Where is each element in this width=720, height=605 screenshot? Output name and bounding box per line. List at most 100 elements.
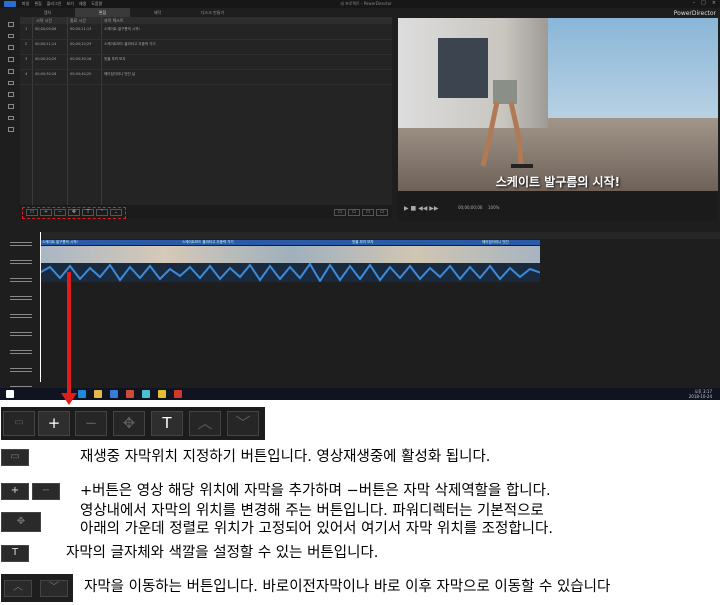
media-room-icon[interactable] <box>8 22 14 27</box>
particle-room-icon[interactable] <box>8 57 14 62</box>
down-button-sample: ﹀ <box>40 580 68 597</box>
menu-file[interactable]: 파일 <box>22 1 29 7</box>
store-icon[interactable] <box>110 390 118 398</box>
tray-date: 2018-10-24 <box>688 394 712 399</box>
table-row[interactable]: 4 00;00;30;16 00;00;40;20 헤어짐이라니 멋진 날 <box>20 70 392 85</box>
header-text: 자막 텍스트 <box>104 18 124 23</box>
desc-add-remove: +버튼은 영상 해당 위치에 자막을 추가하며 −버튼은 자막 삭제역할을 합니… <box>80 483 551 499</box>
fx-room-icon[interactable] <box>8 33 14 39</box>
timecode: 00;00;00;06 <box>458 205 483 210</box>
next-subtitle-button[interactable]: ﹀ <box>227 411 259 436</box>
subtitle-table-header: 시작 시간 종료 시간 자막 텍스트 <box>20 17 392 24</box>
text-format-button[interactable]: T <box>151 411 183 436</box>
subtitle-clip[interactable]: 스케이트 발구름의 시작! <box>40 240 180 245</box>
audio-mix-room-icon[interactable] <box>8 92 14 97</box>
subtitle-table: 시작 시간 종료 시간 자막 텍스트 1 00;00;00;06 00;00;1… <box>20 17 392 205</box>
transition-room-icon[interactable] <box>8 80 14 86</box>
desc-navigate: 자막을 이동하는 버튼입니다. 바로이전자막이나 바로 이후 자막으로 이동할 … <box>84 579 611 595</box>
menu-plugins[interactable]: 플러그인 <box>47 1 62 7</box>
track-header[interactable] <box>10 314 32 318</box>
import-button[interactable]: ▭ <box>334 209 346 216</box>
menu-playback[interactable]: 재생 <box>79 1 86 7</box>
table-row[interactable]: 1 00;00;00;06 00;00;11;13 스케이트 발구름의 시작! <box>20 25 392 40</box>
edge-icon[interactable] <box>78 390 86 398</box>
voice-room-icon[interactable] <box>8 103 14 109</box>
track-header[interactable] <box>10 242 32 246</box>
text-button-sample: T <box>1 545 29 562</box>
mini-add-button[interactable]: + <box>40 209 52 216</box>
minimize-icon[interactable]: – <box>693 0 696 6</box>
menu-help[interactable]: 도움말 <box>91 1 102 7</box>
powerdirector-window: 파일 편집 플러그인 보기 재생 도움말 새 프로젝트 - PowerDirec… <box>0 0 720 400</box>
zoom-level[interactable]: 100% <box>488 205 499 210</box>
pip-room-icon[interactable] <box>8 45 14 51</box>
folder-icon[interactable] <box>94 390 102 398</box>
system-tray: 오후 3:17 2018-10-24 <box>689 389 712 399</box>
mini-text-button[interactable]: T <box>82 209 94 216</box>
playback-controls: ▶ ■ ◀◀ ▶▶ 00;00;00;06 100% <box>398 191 718 221</box>
table-row[interactable]: 2 00;00;11;14 00;00;20;29 스케이트보드 올라타고 무중… <box>20 40 392 55</box>
track-header[interactable] <box>10 260 32 264</box>
skater-figure <box>480 80 533 168</box>
table-row[interactable]: 3 00;00;20;29 00;00;30;16 멋을 부려 보자 <box>20 55 392 70</box>
windows-taskbar <box>0 388 720 400</box>
close-panel-button[interactable]: ▭ <box>376 209 388 216</box>
chapter-room-icon[interactable] <box>8 115 14 121</box>
export-button[interactable]: ▭ <box>348 209 360 216</box>
brand-label: PowerDirector <box>673 10 716 17</box>
desc-move-2: 아래의 가운데 정렬로 위치가 고정되어 있어서 여기서 자막 위치를 조정합니… <box>80 521 553 537</box>
subtitle-position-button[interactable]: ▭ <box>3 411 35 436</box>
title-room-icon[interactable] <box>8 68 14 74</box>
tab-create-disc[interactable]: 디스크 만들기 <box>185 8 240 17</box>
app-icon[interactable] <box>174 390 182 398</box>
start-icon[interactable] <box>6 390 14 398</box>
title-bar: 파일 편집 플러그인 보기 재생 도움말 새 프로젝트 - PowerDirec… <box>0 0 720 8</box>
app-icon[interactable] <box>126 390 134 398</box>
track-header[interactable] <box>10 296 32 300</box>
track-header[interactable] <box>10 350 32 354</box>
header-start: 시작 시간 <box>36 18 52 23</box>
app-icon[interactable] <box>142 390 150 398</box>
subtitle-clip[interactable]: 헤어짐이라니 멋진 <box>480 240 540 245</box>
app-icon[interactable] <box>158 390 166 398</box>
track-header[interactable] <box>10 278 32 282</box>
pointer-arrow-head <box>61 393 77 405</box>
close-icon[interactable]: × <box>712 0 716 6</box>
mini-down-button[interactable]: ⌄ <box>110 209 122 216</box>
track-header[interactable] <box>10 368 32 372</box>
menu-bar: 파일 편집 플러그인 보기 재생 도움말 <box>22 1 102 7</box>
settings-button[interactable]: ▭ <box>362 209 374 216</box>
add-button-sample: + <box>1 483 29 500</box>
desc-position: 재생중 자막위치 지정하기 버튼입니다. 영상재생중에 활성화 됩니다. <box>80 449 491 465</box>
move-subtitle-button[interactable]: ✥ <box>113 411 145 436</box>
mini-move-button[interactable]: ✥ <box>68 209 80 216</box>
tab-edit[interactable]: 편집 <box>75 8 130 17</box>
move-button-sample: ✥ <box>1 512 41 532</box>
tab-capture[interactable]: 캡처 <box>20 8 75 17</box>
up-button-sample: ︿ <box>4 580 32 597</box>
room-icon-column <box>8 22 18 133</box>
mini-up-button[interactable]: ⌃ <box>96 209 108 216</box>
header-end: 종료 시간 <box>70 18 86 23</box>
window-controls: – □ × <box>693 0 716 6</box>
mini-remove-button[interactable]: − <box>54 209 66 216</box>
playhead[interactable] <box>40 232 41 382</box>
mini-position-button[interactable]: ▭ <box>26 209 38 216</box>
track-header[interactable] <box>10 332 32 336</box>
tab-produce[interactable]: 제작 <box>130 8 185 17</box>
video-preview[interactable] <box>398 18 718 191</box>
timeline-ruler[interactable] <box>40 232 720 239</box>
subtitle-clip[interactable]: 멋을 부려 보자 <box>350 240 480 245</box>
subtitle-room-icon[interactable] <box>8 127 14 133</box>
maximize-icon[interactable]: □ <box>701 0 706 6</box>
menu-view[interactable]: 보기 <box>66 1 73 7</box>
subtitle-clip[interactable]: 스케이트보드 올라타고 무중력 가기 <box>180 240 350 245</box>
play-icon[interactable]: ▶ ■ ◀◀ ▶▶ <box>404 205 438 212</box>
video-clip[interactable] <box>40 246 540 263</box>
menu-edit[interactable]: 편집 <box>34 1 41 7</box>
add-subtitle-button[interactable]: + <box>38 411 70 436</box>
preview-caption: 스케이트 발구름의 시작! <box>495 175 621 189</box>
remove-subtitle-button[interactable]: − <box>75 411 107 436</box>
audio-waveform[interactable] <box>40 263 540 282</box>
previous-subtitle-button[interactable]: ︿ <box>189 411 221 436</box>
